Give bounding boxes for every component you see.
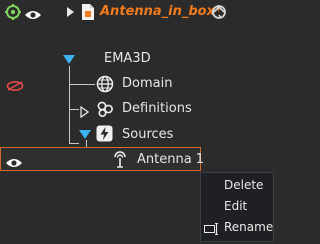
globe-icon xyxy=(96,75,114,93)
edit-menu-label: Edit xyxy=(224,199,248,213)
definitions-icon xyxy=(96,100,114,118)
visibility-eye-icon[interactable] xyxy=(24,6,42,19)
sources-icon xyxy=(96,125,113,142)
tree-line xyxy=(69,143,79,144)
tree-item-label[interactable]: Definitions xyxy=(122,101,192,117)
collapse-sources-arrow-icon[interactable] xyxy=(79,130,91,139)
delete-menu-item[interactable]: Delete xyxy=(201,175,273,195)
tree-item-label[interactable]: Domain xyxy=(122,76,172,92)
project-file-icon xyxy=(80,3,96,21)
expand-definitions-arrow-icon[interactable] xyxy=(80,103,90,119)
tree-root-label[interactable]: EMA3D xyxy=(104,51,151,67)
tree-item-label[interactable]: Antenna 1 xyxy=(137,152,204,168)
context-menu: Delete Edit Rename xyxy=(200,172,274,242)
visibility-eye-icon[interactable] xyxy=(5,154,23,167)
expand-project-arrow-icon[interactable] xyxy=(67,7,74,17)
rename-menu-label: Rename xyxy=(224,220,274,234)
sync-icon[interactable] xyxy=(210,3,228,21)
edit-menu-item[interactable]: Edit xyxy=(201,196,273,216)
tree-item-label[interactable]: Sources xyxy=(122,127,173,143)
collapse-root-arrow-icon[interactable] xyxy=(63,55,75,64)
delete-menu-label: Delete xyxy=(224,178,264,192)
project-title[interactable]: Antenna_in_box* xyxy=(100,4,222,20)
hidden-eye-icon[interactable] xyxy=(6,77,24,91)
tree-line xyxy=(69,66,70,144)
rename-menu-item[interactable]: Rename xyxy=(201,217,273,237)
tree-line xyxy=(69,84,95,85)
antenna-icon xyxy=(112,151,128,168)
settings-icon[interactable] xyxy=(4,3,22,21)
rename-icon xyxy=(204,221,219,235)
tree-line xyxy=(69,109,79,110)
